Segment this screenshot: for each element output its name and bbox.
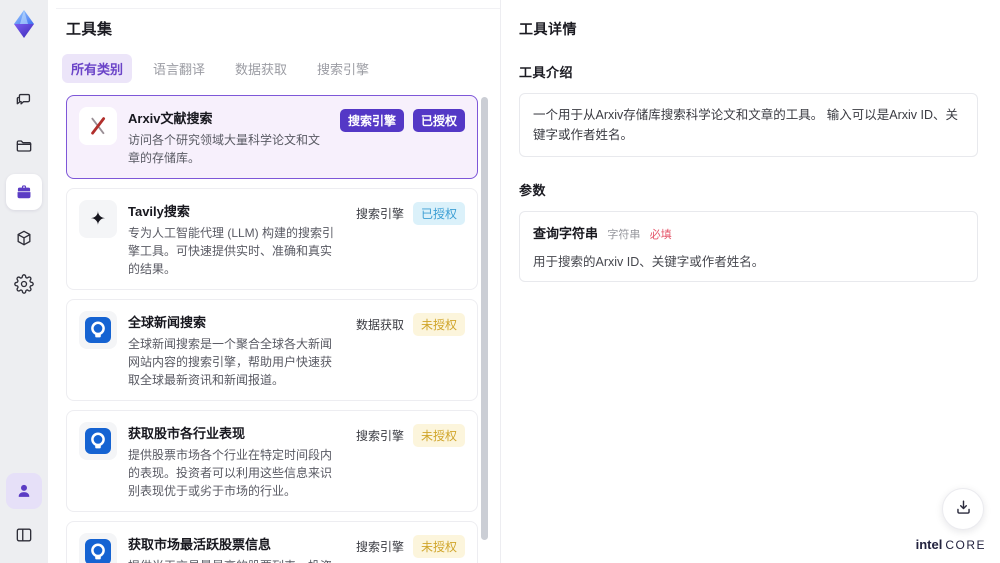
tool-description: 全球新闻搜索是一个聚合全球各大新闻网站内容的搜索引擎，帮助用户快速获取全球最新资… bbox=[128, 337, 333, 387]
panel-icon bbox=[14, 525, 34, 545]
param-name: 查询字符串 bbox=[533, 226, 599, 241]
tool-card[interactable]: Arxiv文献搜索访问各个研究领域大量科学论文和文章的存储库。 搜索引擎 已授权 bbox=[66, 95, 478, 179]
tool-name: 获取市场最活跃股票信息 bbox=[128, 537, 272, 552]
category-tag: 搜索引擎 bbox=[355, 429, 404, 443]
tool-name: Tavily搜索 bbox=[128, 204, 190, 219]
intro-heading: 工具介绍 bbox=[519, 65, 574, 80]
tool-description: 访问各个研究领域大量科学论文和文章的存储库。 bbox=[128, 133, 321, 165]
category-tabs: 所有类别 语言翻译 数据获取 搜索引擎 bbox=[62, 54, 500, 83]
tool-card-list: Arxiv文献搜索 访问各个研究领域大量科学论文和文章的存储库。 搜索引擎 已授权 ✦ T… bbox=[66, 95, 478, 563]
blue-q-icon bbox=[79, 422, 117, 460]
tool-tags: 搜索引擎 已授权 bbox=[356, 200, 465, 225]
tool-name: 全球新闻搜索 bbox=[128, 315, 207, 330]
intel-core-logo: intel core bbox=[916, 537, 986, 552]
category-tag: 搜索引擎 bbox=[355, 207, 404, 221]
tool-card[interactable]: 获取市场最活跃股票信息提供当天交易量最高的股票列表，投资者可以利用这些信息来识别… bbox=[66, 521, 478, 563]
page-title: 工具集 bbox=[66, 21, 113, 38]
four-point-star-icon: ✦ bbox=[79, 200, 117, 238]
tab-1[interactable]: 语言翻译 bbox=[144, 54, 214, 83]
status-badge: 已授权 bbox=[412, 109, 465, 132]
app-logo[interactable] bbox=[8, 8, 40, 40]
category-tag: 搜索引擎 bbox=[339, 109, 404, 132]
tool-tags: 搜索引擎 未授权 bbox=[356, 533, 465, 558]
arxiv-x-icon bbox=[79, 107, 117, 145]
sidebar-bottom bbox=[6, 473, 42, 553]
sidebar bbox=[0, 0, 48, 563]
tool-description: 提供股票市场各个行业在特定时间段内的表现。投资者可以利用这些信息来识别表现优于或… bbox=[128, 448, 333, 498]
status-badge: 已授权 bbox=[412, 202, 465, 225]
list-scrollbar[interactable] bbox=[481, 97, 488, 540]
user-icon bbox=[14, 481, 34, 501]
tool-tags: 搜索引擎 已授权 bbox=[339, 107, 465, 132]
folder-icon bbox=[14, 136, 34, 156]
blue-q-icon bbox=[79, 311, 117, 349]
detail-title: 工具详情 bbox=[519, 21, 577, 37]
tool-intro-box: 一个用于从Arxiv存储库搜索科学论文和文章的工具。 输入可以是Arxiv ID… bbox=[519, 93, 978, 157]
cube-icon bbox=[14, 228, 34, 248]
download-icon bbox=[954, 498, 973, 520]
param-header: 查询字符串 字符串 必填 bbox=[533, 223, 964, 242]
chat-icon bbox=[14, 90, 34, 110]
tool-tags: 搜索引擎 未授权 bbox=[356, 422, 465, 447]
status-badge: 未授权 bbox=[412, 535, 465, 558]
tools-list-panel: 工具集 所有类别 语言翻译 数据获取 搜索引擎 Arxiv文献搜索 访问各个研究领域大量… bbox=[48, 0, 500, 563]
tool-name: Arxiv文献搜索 bbox=[128, 111, 213, 126]
sidebar-item-chat[interactable] bbox=[6, 82, 42, 118]
sidebar-item-tools[interactable] bbox=[6, 174, 42, 210]
tool-tags: 数据获取 未授权 bbox=[356, 311, 465, 336]
tool-description: 专为人工智能代理 (LLM) 构建的搜索引擎工具。可快速提供实时、准确和真实的结… bbox=[128, 226, 335, 276]
tab-3[interactable]: 搜索引擎 bbox=[308, 54, 378, 83]
tool-name: 获取股市各行业表现 bbox=[128, 426, 246, 441]
blue-q-icon bbox=[79, 533, 117, 563]
tool-description: 提供当天交易量最高的股票列表，投资者可以利用这些信息来识别流动性强的股票和潜在的… bbox=[128, 557, 339, 563]
category-tag: 数据获取 bbox=[355, 318, 404, 332]
sidebar-item-folder[interactable] bbox=[6, 128, 42, 164]
parameter-box: 查询字符串 字符串 必填 用于搜索的Arxiv ID、关键字或作者姓名。 bbox=[519, 211, 978, 282]
sidebar-nav bbox=[6, 82, 42, 302]
sidebar-item-profile[interactable] bbox=[6, 473, 42, 509]
tool-intro-text: 一个用于从Arxiv存储库搜索科学论文和文章的工具。 输入可以是Arxiv ID… bbox=[533, 108, 959, 142]
param-type: 字符串 bbox=[607, 229, 641, 241]
tool-card[interactable]: ✦ Tavily搜索专为人工智能代理 (LLM) 构建的搜索引擎工具。可快速提供实… bbox=[66, 188, 478, 290]
gear-icon bbox=[14, 274, 34, 294]
sidebar-item-settings[interactable] bbox=[6, 266, 42, 302]
sidebar-item-collapse[interactable] bbox=[6, 517, 42, 553]
main-area: 工具集 所有类别 语言翻译 数据获取 搜索引擎 Arxiv文献搜索 访问各个研究领域大量… bbox=[48, 0, 1000, 563]
app-root: 工具集 所有类别 语言翻译 数据获取 搜索引擎 Arxiv文献搜索 访问各个研究领域大量… bbox=[0, 0, 1000, 563]
status-badge: 未授权 bbox=[412, 313, 465, 336]
param-description: 用于搜索的Arxiv ID、关键字或作者姓名。 bbox=[533, 255, 765, 269]
download-button[interactable] bbox=[942, 488, 984, 530]
category-tag: 搜索引擎 bbox=[355, 540, 404, 554]
status-badge: 未授权 bbox=[412, 424, 465, 447]
tab-2[interactable]: 数据获取 bbox=[226, 54, 296, 83]
briefcase-icon bbox=[14, 182, 34, 202]
brand-intel-text: intel bbox=[915, 537, 943, 552]
sidebar-item-models[interactable] bbox=[6, 220, 42, 256]
brand-core-text: core bbox=[945, 538, 986, 552]
tool-detail-panel: 工具详情 工具介绍 一个用于从Arxiv存储库搜索科学论文和文章的工具。 输入可… bbox=[500, 0, 1000, 563]
params-heading: 参数 bbox=[519, 183, 547, 198]
tool-card[interactable]: 全球新闻搜索全球新闻搜索是一个聚合全球各大新闻网站内容的搜索引擎，帮助用户快速获… bbox=[66, 299, 478, 401]
tool-card[interactable]: 获取股市各行业表现提供股票市场各个行业在特定时间段内的表现。投资者可以利用这些信… bbox=[66, 410, 478, 512]
param-required-badge: 必填 bbox=[649, 229, 672, 241]
tab-all-categories[interactable]: 所有类别 bbox=[62, 54, 133, 83]
